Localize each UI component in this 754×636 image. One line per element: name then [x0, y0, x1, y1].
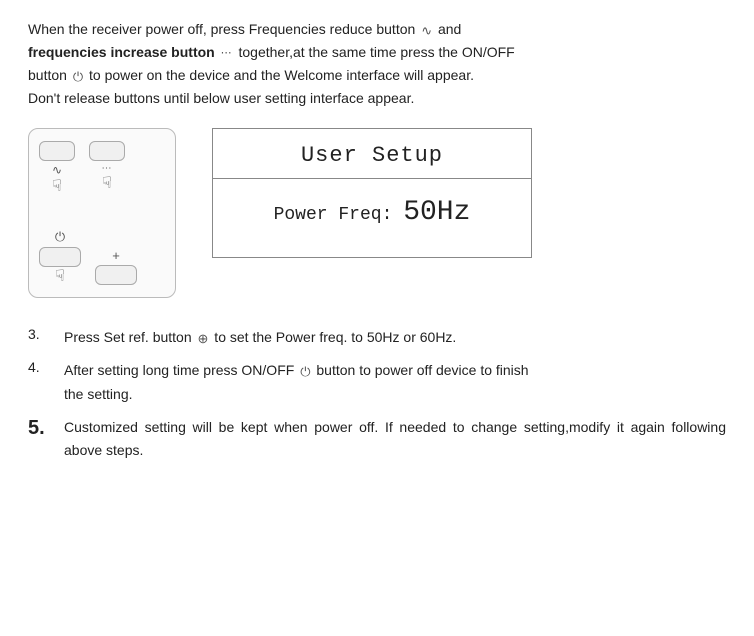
- intro-bold-text: frequencies increase button: [28, 44, 219, 60]
- btn-rect-2: [89, 141, 125, 161]
- screen-title: User Setup: [213, 129, 531, 179]
- screen-content: Power Freq: 50Hz: [213, 179, 531, 246]
- screen-content-value: 50Hz: [403, 197, 470, 228]
- intro-line3-rest: together,at the same time press the ON/O…: [235, 44, 515, 60]
- step-3-row: 3. Press Set ref. button ⊕ to set the Po…: [28, 326, 726, 349]
- step-3-num: 3.: [28, 326, 64, 342]
- step-4-row: 4. After setting long time press ON/OFF …: [28, 359, 726, 405]
- intro-paragraph: When the receiver power off, press Frequ…: [28, 18, 726, 110]
- step-4-text: After setting long time press ON/OFF ⏻ b…: [64, 359, 726, 405]
- plus-icon-diagram: +: [112, 248, 120, 263]
- set-ref-icon: ⊕: [198, 328, 209, 349]
- intro-line1: When the receiver power off, press Frequ…: [28, 21, 419, 37]
- intro-line2: and: [434, 21, 461, 37]
- step-3-text: Press Set ref. button ⊕ to set the Power…: [64, 326, 726, 349]
- finger-icon-2: ☟: [102, 176, 112, 192]
- power-btn-group: ⏻ ☟: [39, 229, 81, 285]
- screen-display: User Setup Power Freq: 50Hz: [212, 128, 532, 258]
- freq-reduce-icon: ∿: [421, 20, 432, 41]
- step-5-num: 5.: [28, 416, 64, 440]
- intro-button-word: button: [28, 67, 71, 83]
- btn-group-1: ∿ ☟: [39, 141, 75, 195]
- power-icon-diagram: ⏻: [55, 229, 65, 245]
- step-5-text: Customized setting will be kept when pow…: [64, 416, 726, 462]
- plus-btn-group: +: [95, 248, 137, 285]
- onoff-icon-intro: ⏻: [73, 66, 83, 87]
- diagram-row: ∿ ☟ ⋯ ☟ ⏻ ☟: [28, 128, 726, 298]
- onoff-icon-step4: ⏻: [300, 361, 310, 382]
- device-diagram: ∿ ☟ ⋯ ☟ ⏻ ☟: [28, 128, 176, 298]
- step-4-num: 4.: [28, 359, 64, 375]
- btn-rect-1: [39, 141, 75, 161]
- steps-section: 3. Press Set ref. button ⊕ to set the Po…: [28, 326, 726, 461]
- btn1-wave-icon: ∿: [52, 163, 62, 177]
- device-top-buttons: ∿ ☟ ⋯ ☟: [39, 141, 165, 195]
- step-5-row: 5. Customized setting will be kept when …: [28, 416, 726, 462]
- intro-line4-rest: to power on the device and the Welcome i…: [85, 67, 474, 83]
- btn2-wave-icon: ⋯: [102, 163, 113, 174]
- freq-increase-icon: ⋯: [221, 44, 233, 62]
- finger-icon-3: ☟: [55, 269, 65, 285]
- intro-line5: Don't release buttons until below user s…: [28, 90, 414, 106]
- power-btn-rect: [39, 247, 81, 267]
- screen-content-label: Power Freq:: [274, 205, 393, 225]
- btn-group-2: ⋯ ☟: [89, 141, 125, 195]
- plus-btn-rect: [95, 265, 137, 285]
- device-bottom-buttons: ⏻ ☟ +: [39, 229, 165, 285]
- page-content: When the receiver power off, press Frequ…: [28, 18, 726, 462]
- finger-icon-1: ☟: [52, 179, 62, 195]
